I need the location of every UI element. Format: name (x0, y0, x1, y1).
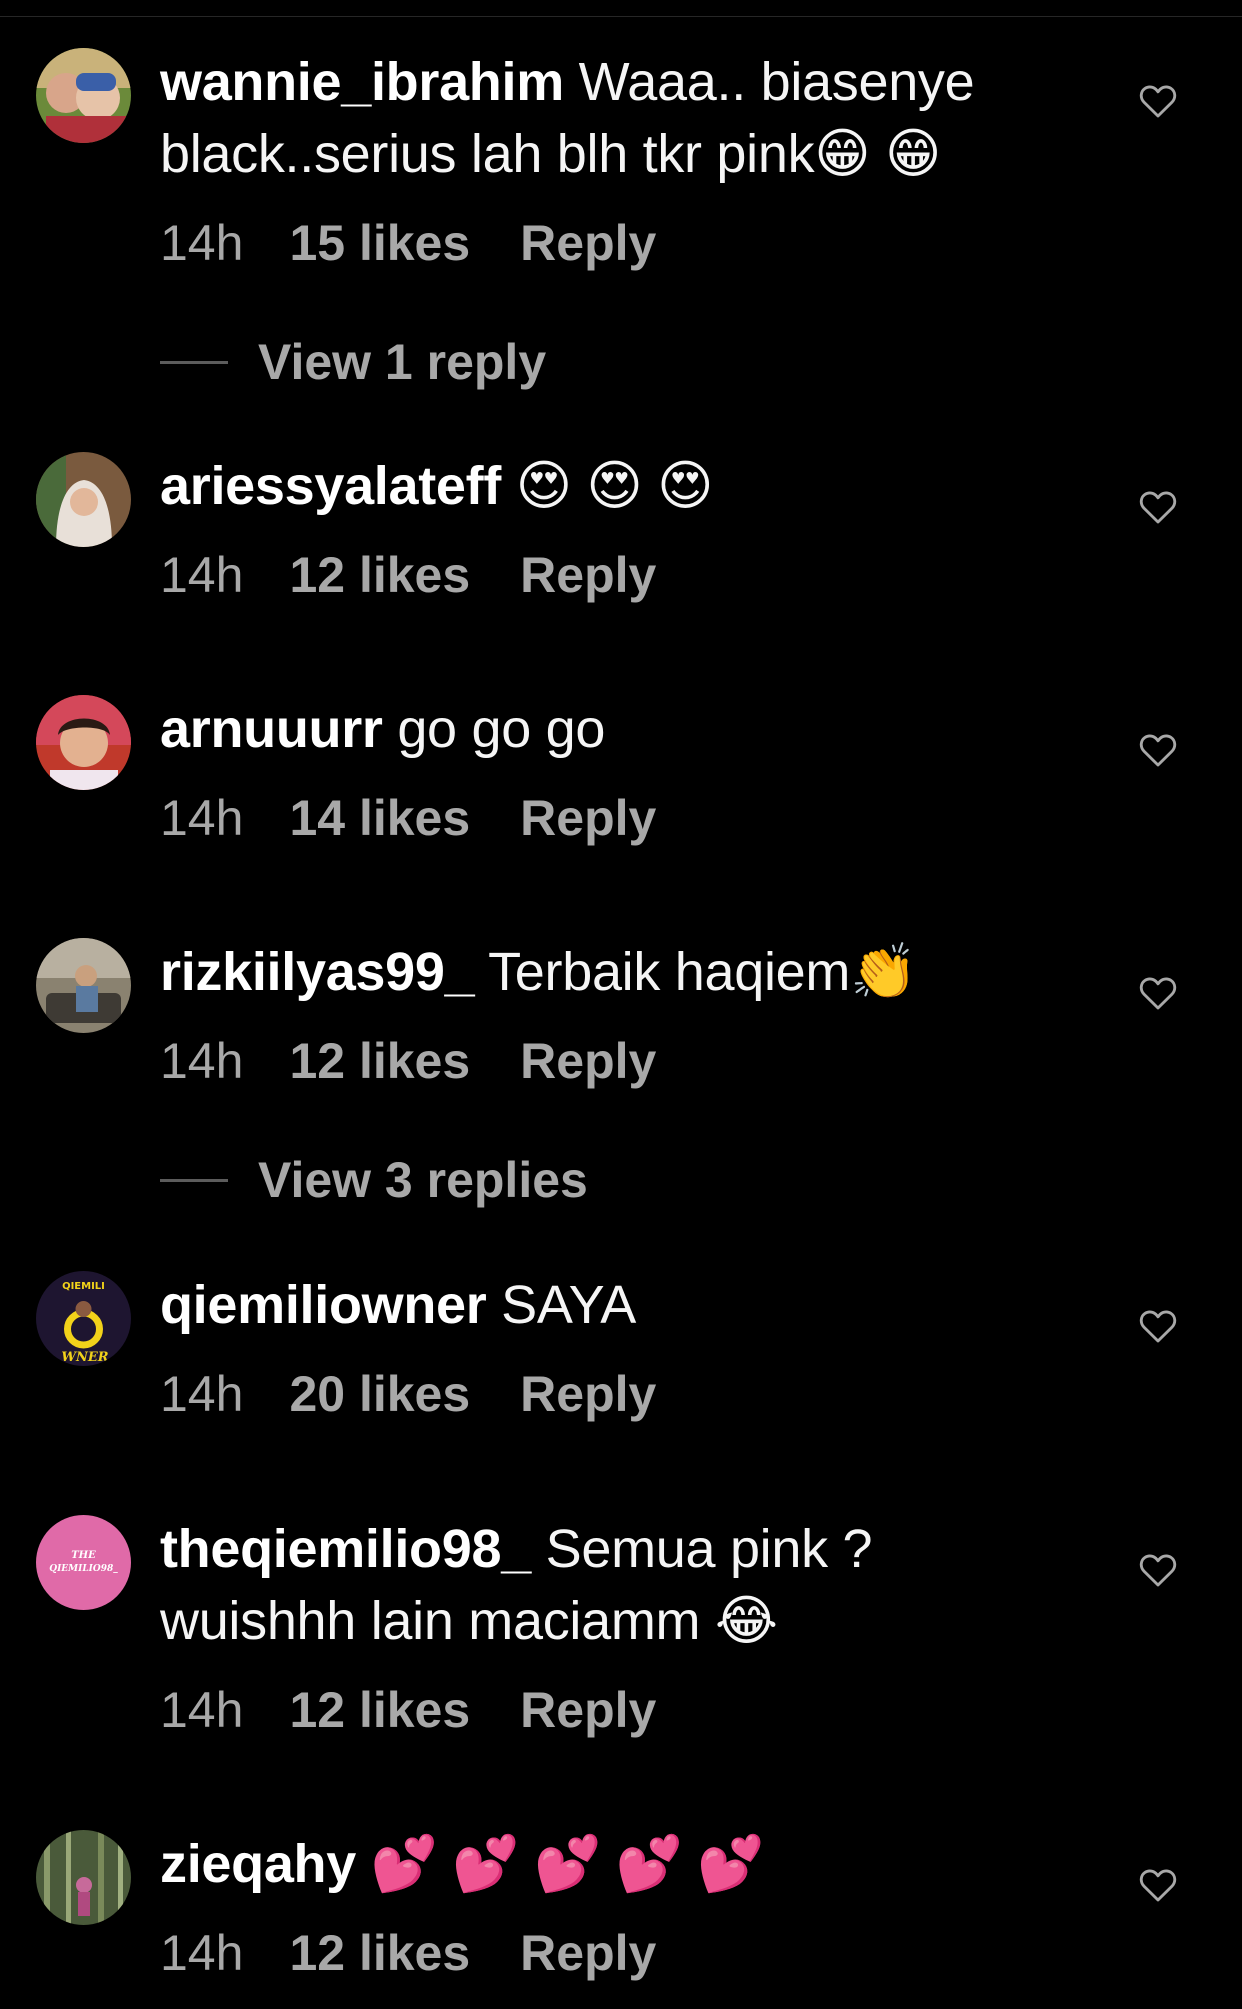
comment-text: qiemiliowner SAYA (160, 1269, 1060, 1341)
comment-likes[interactable]: 12 likes (289, 1033, 470, 1089)
reply-button[interactable]: Reply (520, 790, 656, 846)
comment-text: theqiemilio98_ Semua pink ? wuishhh lain… (160, 1513, 1060, 1657)
comment-meta: 14h 20 likes Reply (160, 1364, 656, 1424)
replies-divider-line (160, 360, 228, 364)
comment-username[interactable]: ariessyalateff (160, 456, 501, 516)
avatar[interactable]: QIEMILI WNER (36, 1271, 131, 1366)
comment-body: 😍 😍 😍 (515, 456, 714, 516)
comment-meta: 14h 12 likes Reply (160, 545, 656, 605)
top-divider (0, 16, 1242, 17)
avatar[interactable] (36, 48, 131, 143)
like-heart-icon[interactable] (1139, 1867, 1177, 1903)
avatar-text-top: QIEMILI (62, 1281, 105, 1292)
comment-text: arnuuurr go go go (160, 693, 1060, 765)
like-heart-icon[interactable] (1139, 975, 1177, 1011)
comment-body: Terbaik haqiem👏 (488, 942, 918, 1002)
comment-body: 💕 💕 💕 💕 💕 (370, 1834, 765, 1894)
reply-button[interactable]: Reply (520, 1033, 656, 1089)
like-heart-icon[interactable] (1139, 83, 1177, 119)
comment-username[interactable]: arnuuurr (160, 699, 383, 759)
comment-username[interactable]: theqiemilio98_ (160, 1519, 531, 1579)
comment-body: go go go (397, 699, 606, 759)
comment-time: 14h (160, 547, 244, 603)
avatar[interactable] (36, 938, 131, 1033)
reply-button[interactable]: Reply (520, 1366, 656, 1422)
comment-time: 14h (160, 1925, 244, 1981)
comment-text: zieqahy 💕 💕 💕 💕 💕 (160, 1828, 1060, 1900)
like-heart-icon[interactable] (1139, 1308, 1177, 1344)
comment-meta: 14h 14 likes Reply (160, 788, 656, 848)
avatar[interactable] (36, 452, 131, 547)
comment-meta: 14h 12 likes Reply (160, 1031, 656, 1091)
comment-username[interactable]: qiemiliowner (160, 1275, 487, 1335)
comment-meta: 14h 15 likes Reply (160, 213, 656, 273)
comment-username[interactable]: zieqahy (160, 1834, 356, 1894)
comment-meta: 14h 12 likes Reply (160, 1923, 656, 1983)
replies-divider-line (160, 1178, 228, 1182)
comment-username[interactable]: wannie_ibrahim (160, 52, 564, 112)
comment-likes[interactable]: 14 likes (289, 790, 470, 846)
comment-text: rizkiilyas99_ Terbaik haqiem👏 (160, 936, 1060, 1008)
reply-button[interactable]: Reply (520, 215, 656, 271)
comment-meta: 14h 12 likes Reply (160, 1680, 656, 1740)
like-heart-icon[interactable] (1139, 1552, 1177, 1588)
comment-time: 14h (160, 215, 244, 271)
comment-body: SAYA (501, 1275, 637, 1335)
reply-button[interactable]: Reply (520, 547, 656, 603)
comment-username[interactable]: rizkiilyas99_ (160, 942, 475, 1002)
comment-time: 14h (160, 790, 244, 846)
view-replies-button[interactable]: View 1 reply (160, 332, 546, 392)
view-replies-label: View 3 replies (258, 1152, 588, 1208)
comment-time: 14h (160, 1033, 244, 1089)
view-replies-button[interactable]: View 3 replies (160, 1150, 588, 1210)
avatar[interactable] (36, 695, 131, 790)
avatar-text-top: THE (71, 1550, 96, 1561)
avatar-text-bottom: QIEMILIO98_ (49, 1564, 118, 1574)
like-heart-icon[interactable] (1139, 489, 1177, 525)
comment-likes[interactable]: 20 likes (289, 1366, 470, 1422)
comment-likes[interactable]: 15 likes (289, 215, 470, 271)
comment-likes[interactable]: 12 likes (289, 1682, 470, 1738)
like-heart-icon[interactable] (1139, 732, 1177, 768)
view-replies-label: View 1 reply (258, 334, 547, 390)
comment-time: 14h (160, 1366, 244, 1422)
comment-time: 14h (160, 1682, 244, 1738)
reply-button[interactable]: Reply (520, 1925, 656, 1981)
avatar[interactable]: THE QIEMILIO98_ (36, 1515, 131, 1610)
comment-likes[interactable]: 12 likes (289, 1925, 470, 1981)
avatar[interactable] (36, 1830, 131, 1925)
avatar-text-bottom: WNER (61, 1350, 108, 1365)
comment-text: wannie_ibrahim Waaa.. biasenye black..se… (160, 46, 1060, 190)
comment-likes[interactable]: 12 likes (289, 547, 470, 603)
reply-button[interactable]: Reply (520, 1682, 656, 1738)
comment-text: ariessyalateff 😍 😍 😍 (160, 450, 1060, 522)
